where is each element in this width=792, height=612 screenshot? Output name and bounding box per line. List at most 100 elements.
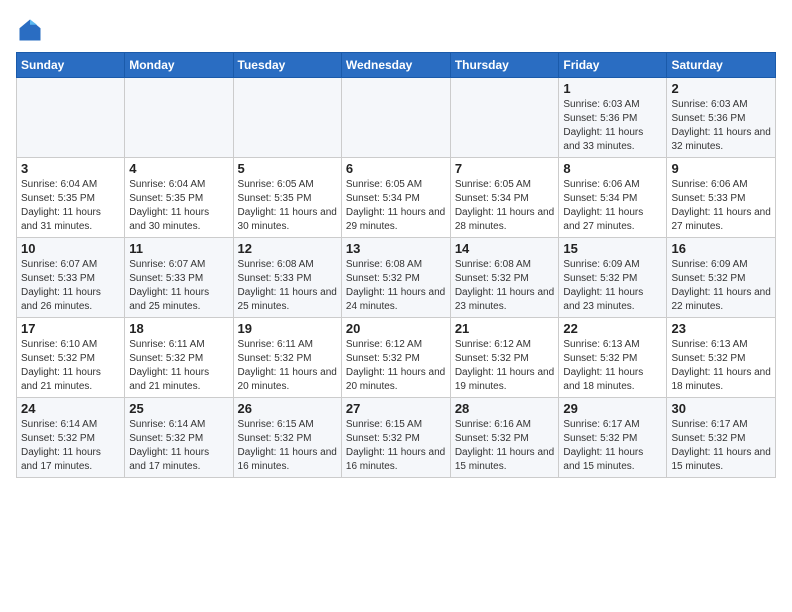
calendar-week-row: 1 Sunrise: 6:03 AM Sunset: 5:36 PM Daylig…	[17, 78, 776, 158]
day-number: 13	[346, 241, 446, 256]
calendar-cell: 4Sunrise: 6:04 AM Sunset: 5:35 PM Daylig…	[125, 158, 233, 238]
day-number: 6	[346, 161, 446, 176]
calendar-cell: 24 Sunrise: 6:14 AM Sunset: 5:32 PM Dayli…	[17, 398, 125, 478]
weekday-header: Sunday	[17, 53, 125, 78]
calendar-week-row: 10 Sunrise: 6:07 AM Sunset: 5:33 PM Dayli…	[17, 238, 776, 318]
logo	[16, 16, 48, 44]
calendar-header-row: SundayMondayTuesdayWednesdayThursdayFrid…	[17, 53, 776, 78]
calendar-cell: 16 Sunrise: 6:09 AM Sunset: 5:32 PM Dayli…	[667, 238, 776, 318]
weekday-header: Monday	[125, 53, 233, 78]
day-info: Sunrise: 6:16 AM Sunset: 5:32 PM Dayligh…	[455, 418, 555, 474]
day-number: 7	[455, 161, 555, 176]
day-info: Sunrise: 6:10 AM Sunset: 5:32 PM Dayligh…	[21, 338, 120, 394]
day-number: 21	[455, 321, 555, 336]
day-number: 12	[238, 241, 337, 256]
calendar-cell: 22 Sunrise: 6:13 AM Sunset: 5:32 PM Dayli…	[559, 318, 667, 398]
day-info: Sunrise: 6:14 AM Sunset: 5:32 PM Dayligh…	[21, 418, 120, 474]
calendar-cell: 1 Sunrise: 6:03 AM Sunset: 5:36 PM Daylig…	[559, 78, 667, 158]
calendar-cell: 18 Sunrise: 6:11 AM Sunset: 5:32 PM Dayli…	[125, 318, 233, 398]
calendar-cell: 26 Sunrise: 6:15 AM Sunset: 5:32 PM Dayli…	[233, 398, 341, 478]
day-number: 28	[455, 401, 555, 416]
calendar-cell: 19 Sunrise: 6:11 AM Sunset: 5:32 PM Dayli…	[233, 318, 341, 398]
day-number: 26	[238, 401, 337, 416]
day-info: Sunrise: 6:07 AM Sunset: 5:33 PM Dayligh…	[21, 258, 120, 314]
day-info: Sunrise: 6:15 AM Sunset: 5:32 PM Dayligh…	[238, 418, 337, 474]
calendar-cell	[125, 78, 233, 158]
calendar-cell: 2 Sunrise: 6:03 AM Sunset: 5:36 PM Daylig…	[667, 78, 776, 158]
day-info: Sunrise: 6:08 AM Sunset: 5:32 PM Dayligh…	[346, 258, 446, 314]
calendar-cell: 3 Sunrise: 6:04 AM Sunset: 5:35 PM Daylig…	[17, 158, 125, 238]
day-number: 1	[563, 81, 662, 96]
day-info: Sunrise: 6:05 AM Sunset: 5:34 PM Dayligh…	[455, 178, 555, 234]
day-info: Sunrise: 6:11 AM Sunset: 5:32 PM Dayligh…	[238, 338, 337, 394]
day-number: 22	[563, 321, 662, 336]
day-info: Sunrise: 6:09 AM Sunset: 5:32 PM Dayligh…	[563, 258, 662, 314]
day-number: 20	[346, 321, 446, 336]
calendar-cell: 6 Sunrise: 6:05 AM Sunset: 5:34 PM Daylig…	[341, 158, 450, 238]
day-info: Sunrise: 6:06 AM Sunset: 5:34 PM Dayligh…	[563, 178, 662, 234]
day-number: 27	[346, 401, 446, 416]
day-info: Sunrise: 6:12 AM Sunset: 5:32 PM Dayligh…	[346, 338, 446, 394]
day-number: 14	[455, 241, 555, 256]
weekday-header: Wednesday	[341, 53, 450, 78]
logo-icon	[16, 16, 44, 44]
calendar-cell	[17, 78, 125, 158]
day-info: Sunrise: 6:11 AM Sunset: 5:32 PM Dayligh…	[129, 338, 228, 394]
calendar-cell: 20 Sunrise: 6:12 AM Sunset: 5:32 PM Dayli…	[341, 318, 450, 398]
day-number: 9	[671, 161, 771, 176]
day-number: 4	[129, 161, 228, 176]
day-info: Sunrise: 6:08 AM Sunset: 5:33 PM Dayligh…	[238, 258, 337, 314]
day-number: 3	[21, 161, 120, 176]
calendar-cell: 15Sunrise: 6:09 AM Sunset: 5:32 PM Dayli…	[559, 238, 667, 318]
weekday-header: Thursday	[450, 53, 559, 78]
calendar-table: SundayMondayTuesdayWednesdayThursdayFrid…	[16, 52, 776, 478]
day-info: Sunrise: 6:12 AM Sunset: 5:32 PM Dayligh…	[455, 338, 555, 394]
day-info: Sunrise: 6:07 AM Sunset: 5:33 PM Dayligh…	[129, 258, 228, 314]
day-info: Sunrise: 6:17 AM Sunset: 5:32 PM Dayligh…	[671, 418, 771, 474]
calendar-cell: 11 Sunrise: 6:07 AM Sunset: 5:33 PM Dayli…	[125, 238, 233, 318]
calendar-cell	[341, 78, 450, 158]
calendar-cell: 28 Sunrise: 6:16 AM Sunset: 5:32 PM Dayli…	[450, 398, 559, 478]
page-header	[16, 16, 776, 44]
day-info: Sunrise: 6:09 AM Sunset: 5:32 PM Dayligh…	[671, 258, 771, 314]
calendar-cell	[233, 78, 341, 158]
day-info: Sunrise: 6:03 AM Sunset: 5:36 PM Dayligh…	[563, 98, 662, 154]
day-number: 19	[238, 321, 337, 336]
calendar-cell: 12 Sunrise: 6:08 AM Sunset: 5:33 PM Dayli…	[233, 238, 341, 318]
weekday-header: Tuesday	[233, 53, 341, 78]
day-number: 30	[671, 401, 771, 416]
day-info: Sunrise: 6:13 AM Sunset: 5:32 PM Dayligh…	[671, 338, 771, 394]
day-number: 11	[129, 241, 228, 256]
day-number: 10	[21, 241, 120, 256]
calendar-cell: 13 Sunrise: 6:08 AM Sunset: 5:32 PM Dayli…	[341, 238, 450, 318]
day-info: Sunrise: 6:04 AM Sunset: 5:35 PM Dayligh…	[21, 178, 120, 234]
calendar-week-row: 17 Sunrise: 6:10 AM Sunset: 5:32 PM Dayli…	[17, 318, 776, 398]
day-number: 24	[21, 401, 120, 416]
calendar-cell	[450, 78, 559, 158]
day-info: Sunrise: 6:14 AM Sunset: 5:32 PM Dayligh…	[129, 418, 228, 474]
day-info: Sunrise: 6:03 AM Sunset: 5:36 PM Dayligh…	[671, 98, 771, 154]
day-number: 18	[129, 321, 228, 336]
day-info: Sunrise: 6:08 AM Sunset: 5:32 PM Dayligh…	[455, 258, 555, 314]
calendar-cell: 25Sunrise: 6:14 AM Sunset: 5:32 PM Dayli…	[125, 398, 233, 478]
day-info: Sunrise: 6:05 AM Sunset: 5:34 PM Dayligh…	[346, 178, 446, 234]
day-number: 17	[21, 321, 120, 336]
calendar-cell: 23 Sunrise: 6:13 AM Sunset: 5:32 PM Dayli…	[667, 318, 776, 398]
calendar-cell: 9 Sunrise: 6:06 AM Sunset: 5:33 PM Daylig…	[667, 158, 776, 238]
calendar-cell: 8 Sunrise: 6:06 AM Sunset: 5:34 PM Daylig…	[559, 158, 667, 238]
weekday-header: Friday	[559, 53, 667, 78]
calendar-cell: 5Sunrise: 6:05 AM Sunset: 5:35 PM Daylig…	[233, 158, 341, 238]
calendar-cell: 10 Sunrise: 6:07 AM Sunset: 5:33 PM Dayli…	[17, 238, 125, 318]
weekday-header: Saturday	[667, 53, 776, 78]
day-number: 23	[671, 321, 771, 336]
day-info: Sunrise: 6:13 AM Sunset: 5:32 PM Dayligh…	[563, 338, 662, 394]
calendar-week-row: 24 Sunrise: 6:14 AM Sunset: 5:32 PM Dayli…	[17, 398, 776, 478]
day-info: Sunrise: 6:06 AM Sunset: 5:33 PM Dayligh…	[671, 178, 771, 234]
calendar-cell: 27Sunrise: 6:15 AM Sunset: 5:32 PM Dayli…	[341, 398, 450, 478]
day-number: 16	[671, 241, 771, 256]
calendar-cell: 29Sunrise: 6:17 AM Sunset: 5:32 PM Dayli…	[559, 398, 667, 478]
day-number: 8	[563, 161, 662, 176]
day-number: 2	[671, 81, 771, 96]
calendar-cell: 14 Sunrise: 6:08 AM Sunset: 5:32 PM Dayli…	[450, 238, 559, 318]
calendar-cell: 30 Sunrise: 6:17 AM Sunset: 5:32 PM Dayli…	[667, 398, 776, 478]
